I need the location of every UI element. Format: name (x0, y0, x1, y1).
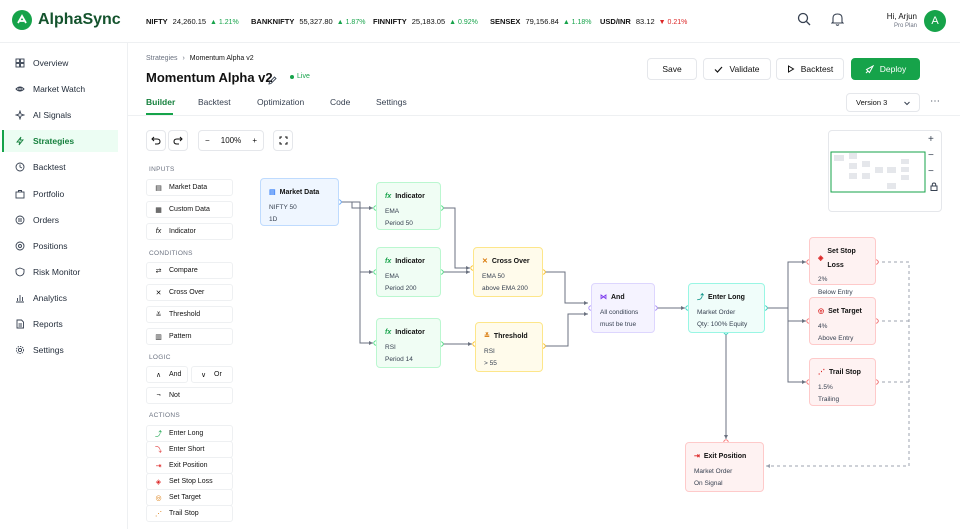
function-icon: fx (385, 258, 392, 265)
node-line: must be true (600, 321, 637, 329)
node-title: Threshold (493, 333, 528, 340)
function-icon: fx (385, 329, 392, 336)
target-icon: ◎ (818, 308, 825, 315)
node-title: Indicator (395, 258, 425, 265)
node-title: Trail Stop (829, 369, 861, 376)
node-title: Indicator (395, 329, 425, 336)
exit-icon: ⇥ (694, 453, 700, 460)
node-enter-long[interactable]: ⤴ Enter Long Market Order Qty: 100% Equit… (688, 283, 765, 333)
node-line: All conditions (600, 308, 639, 316)
edge-enter-sl (765, 261, 806, 309)
node-line: EMA 50 (482, 272, 505, 280)
database-icon: ▤ (269, 189, 276, 196)
node-line: On Signal (694, 480, 723, 488)
trail-stop-icon: ⋰ (818, 369, 825, 376)
minimap-zoom-out-icon[interactable]: − (928, 150, 934, 161)
node-line: 4% (818, 322, 828, 330)
node-title: Indicator (395, 193, 425, 200)
node-title: Set Target (828, 308, 862, 315)
node-indicator-rsi[interactable]: fx Indicator RSI Period 14 (376, 318, 441, 368)
stop-loss-icon: ◈ (818, 254, 824, 262)
node-title: Set Stop Loss (827, 248, 856, 269)
node-line: 1.5% (818, 383, 833, 391)
node-title: Exit Position (703, 453, 747, 460)
minimap-collapse-icon[interactable]: − (928, 166, 934, 177)
node-set-stop-loss[interactable]: ◈ Set Stop Loss 2% Below Entry (809, 237, 876, 296)
node-threshold[interactable]: ≚ Threshold RSI > 55 (475, 322, 543, 372)
node-line: Period 14 (385, 356, 413, 364)
node-line: EMA (385, 272, 400, 280)
node-line: NIFTY 50 (269, 203, 297, 211)
edge-market-ind1 (339, 201, 373, 209)
node-indicator-ema200[interactable]: fx Indicator EMA Period 200 (376, 247, 441, 297)
enter-long-icon: ⤴ (697, 294, 704, 301)
node-title: Market Data (279, 189, 320, 196)
node-line: Market Order (694, 467, 733, 475)
edge-enter-trail (765, 307, 806, 383)
edge-market-ind2 (339, 201, 373, 273)
minimap[interactable] (828, 130, 942, 212)
node-line: > 55 (484, 360, 497, 368)
crossover-icon: ✕ (482, 258, 488, 265)
node-line: Market Order (697, 308, 736, 316)
node-line: EMA (385, 207, 400, 215)
node-exit-position[interactable]: ⇥ Exit Position Market Order On Signal (685, 442, 764, 492)
node-line: Period 200 (385, 285, 417, 293)
node-trail-stop[interactable]: ⋰ Trail Stop 1.5% Trailing (809, 358, 876, 406)
edge-ind1-cross (441, 207, 470, 269)
minimap-preview (830, 151, 926, 193)
edge-enter-tgt (765, 307, 806, 322)
lock-icon[interactable] (930, 182, 938, 194)
node-line: RSI (385, 343, 396, 351)
node-and[interactable]: ⋈ And All conditions must be true (591, 283, 655, 333)
node-line: Above Entry (818, 335, 854, 343)
edge-cross-and (543, 271, 588, 304)
node-line: RSI (484, 347, 495, 355)
node-line: Qty: 100% Equity (697, 321, 748, 329)
node-indicator-ema50[interactable]: fx Indicator EMA Period 50 (376, 182, 441, 230)
edge-thresh-and (543, 313, 588, 347)
node-line: Trailing (818, 396, 840, 404)
node-cross-over[interactable]: ✕ Cross Over EMA 50 above EMA 200 (473, 247, 543, 297)
node-title: Enter Long (708, 294, 745, 301)
node-title: Cross Over (491, 258, 530, 265)
node-line: Period 50 (385, 220, 413, 228)
minimap-zoom-in-icon[interactable]: + (928, 134, 934, 145)
node-title: And (611, 294, 625, 301)
node-market-data[interactable]: ▤ Market Data NIFTY 50 1D (260, 178, 339, 226)
threshold-icon: ≚ (484, 333, 490, 340)
node-set-target[interactable]: ◎ Set Target 4% Above Entry (809, 297, 876, 345)
function-icon: fx (385, 193, 392, 200)
node-line: 1D (269, 216, 278, 224)
app-root: AlphaSync NIFTY 24,260.15 ▲ 1.21% BANKNIFT… (0, 0, 960, 529)
and-icon: ⋈ (600, 294, 607, 301)
node-line: 2% (818, 276, 828, 284)
node-line: above EMA 200 (482, 285, 528, 293)
